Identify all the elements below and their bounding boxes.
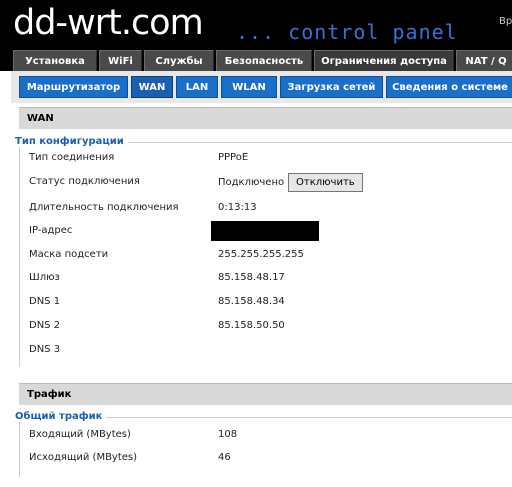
fieldset-border-left-traffic: [19, 417, 20, 477]
logo-text: dd-wrt: [13, 3, 122, 43]
value-dns1: 85.158.48.34: [218, 296, 285, 307]
label-connection-status: Статус подключения: [29, 176, 140, 187]
main-content: WAN Тип конфигурации Тип соединения PPPo…: [11, 103, 512, 487]
value-incoming: 108: [218, 429, 238, 440]
section-header-traffic: Трафик: [19, 383, 512, 405]
subtab-system-info[interactable]: Сведения о системе: [386, 76, 512, 98]
fieldset-border-left: [19, 142, 20, 367]
value-connection-status: Подключено: [218, 177, 285, 188]
value-connection-uptime: 0:13:13: [218, 202, 257, 213]
section-header-wan: WAN: [19, 107, 512, 129]
logo: dd-wrt.com: [13, 3, 204, 43]
tab-wifi[interactable]: WiFi: [99, 50, 142, 71]
label-connection-uptime: Длительность подключения: [29, 202, 179, 213]
corner-text: Вр: [499, 16, 512, 27]
value-connection-type: PPPoE: [218, 152, 249, 163]
redacted-ip-address: [211, 221, 319, 241]
label-dns1: DNS 1: [29, 296, 61, 307]
tab-security[interactable]: Безопасность: [216, 50, 312, 71]
subtab-router[interactable]: Маршрутизатор: [19, 76, 128, 98]
value-gateway: 85.158.48.17: [218, 272, 285, 283]
subtab-network-load[interactable]: Загрузка сетей: [280, 76, 383, 98]
main-tabs: Установка WiFi Службы Безопасность Огран…: [0, 48, 512, 71]
left-strip-content: [0, 103, 11, 487]
tab-services[interactable]: Службы: [144, 50, 214, 71]
disconnect-button[interactable]: Отключить: [288, 173, 363, 192]
fieldset-title-total-traffic: Общий трафик: [15, 411, 107, 422]
value-outgoing: 46: [218, 452, 231, 463]
tab-access-restrictions[interactable]: Ограничения доступа: [314, 50, 454, 71]
panel-title: ... control panel: [236, 20, 458, 44]
label-ip-address: IP-адрес: [29, 225, 73, 236]
value-dns2: 85.158.50.50: [218, 320, 285, 331]
subtab-wlan[interactable]: WLAN: [221, 76, 277, 98]
logo-domain: .com: [120, 3, 204, 43]
sub-tabs: Маршрутизатор WAN LAN WLAN Загрузка сете…: [11, 71, 512, 103]
left-strip: [0, 71, 11, 103]
tab-nat-qos[interactable]: NAT / Q: [456, 50, 512, 71]
label-dns2: DNS 2: [29, 320, 61, 331]
label-incoming: Входящий (MBytes): [29, 429, 131, 440]
tab-setup[interactable]: Установка: [13, 50, 97, 71]
label-subnet-mask: Маска подсети: [29, 249, 109, 260]
subtab-wan[interactable]: WAN: [131, 76, 173, 98]
label-connection-type: Тип соединения: [29, 152, 115, 163]
label-outgoing: Исходящий (MBytes): [29, 452, 138, 463]
label-dns3: DNS 3: [29, 344, 61, 355]
subtab-lan[interactable]: LAN: [176, 76, 218, 98]
value-subnet-mask: 255.255.255.255: [218, 249, 304, 260]
header: dd-wrt.com ... control panel Вр: [0, 0, 512, 48]
fieldset-title-config-type: Тип конфигурации: [15, 136, 128, 147]
label-gateway: Шлюз: [29, 272, 60, 283]
